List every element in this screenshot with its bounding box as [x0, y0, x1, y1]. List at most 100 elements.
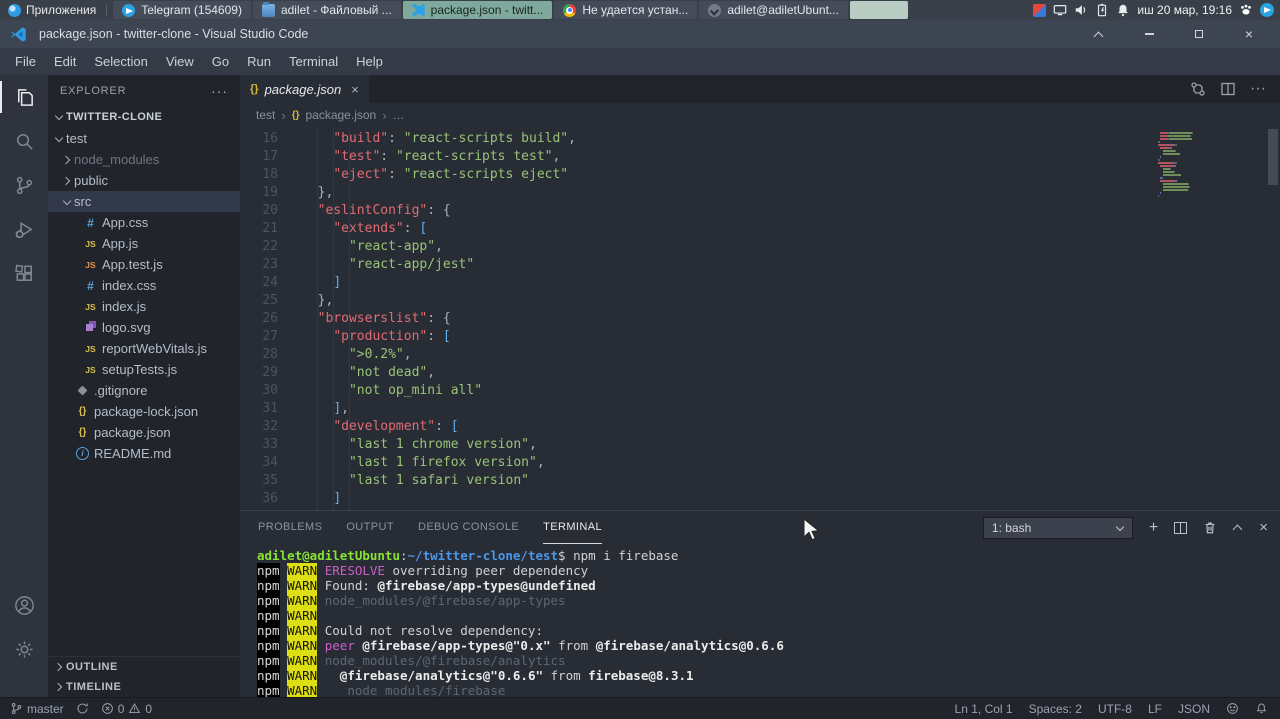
taskbar-window-telegram[interactable]: Telegram (154609)	[113, 1, 251, 19]
tree-item-readme-md[interactable]: README.md	[48, 443, 240, 464]
extensions-icon[interactable]	[0, 251, 48, 295]
tree-item-src[interactable]: src	[48, 191, 240, 212]
tree-item--gitignore[interactable]: .gitignore	[48, 380, 240, 401]
maximize-panel-icon[interactable]	[1233, 523, 1243, 533]
indentation[interactable]: Spaces: 2	[1029, 702, 1082, 716]
close-panel-icon[interactable]: ×	[1259, 520, 1268, 535]
panel-tab-output[interactable]: OUTPUT	[346, 511, 394, 544]
code-line-24[interactable]: 24 ]	[240, 274, 1280, 292]
sync-changes-button[interactable]	[76, 702, 89, 715]
close-button[interactable]: ×	[1236, 25, 1262, 43]
applications-menu[interactable]: Приложения	[0, 0, 104, 20]
shade-button[interactable]	[1086, 25, 1112, 43]
taskbar-window-file-manager[interactable]: adilet - Файловый ...	[252, 1, 401, 19]
terminal-output[interactable]: adilet@adiletUbuntu:~/twitter-clone/test…	[240, 544, 1280, 697]
panel-tab-problems[interactable]: PROBLEMS	[258, 511, 322, 544]
encoding[interactable]: UTF-8	[1098, 702, 1132, 716]
taskbar-window-blank[interactable]	[849, 1, 908, 19]
problems-indicator[interactable]: 0 0	[101, 702, 152, 716]
menu-go[interactable]: Go	[203, 50, 238, 73]
code-line-36[interactable]: 36 ]	[240, 490, 1280, 508]
code-line-28[interactable]: 28 ">0.2%",	[240, 346, 1280, 364]
tree-item-logo-svg[interactable]: logo.svg	[48, 317, 240, 338]
code-line-17[interactable]: 17 "test": "react-scripts test",	[240, 148, 1280, 166]
cursor-position[interactable]: Ln 1, Col 1	[955, 702, 1013, 716]
git-branch-indicator[interactable]: master	[10, 702, 64, 716]
code-line-30[interactable]: 30 "not op_mini all"	[240, 382, 1280, 400]
outline-section[interactable]: OUTLINE	[48, 657, 240, 677]
code-line-19[interactable]: 19 },	[240, 184, 1280, 202]
breadcrumb-file[interactable]: package.json	[305, 108, 376, 122]
timeline-section[interactable]: TIMELINE	[48, 677, 240, 697]
menu-run[interactable]: Run	[238, 50, 280, 73]
code-line-31[interactable]: 31 ],	[240, 400, 1280, 418]
panel-tab-terminal[interactable]: TERMINAL	[543, 511, 602, 544]
split-terminal-icon[interactable]	[1174, 521, 1188, 534]
source-control-icon[interactable]	[0, 163, 48, 207]
tab-package-json[interactable]: {} package.json ×	[240, 75, 369, 103]
notifications-bell-icon[interactable]	[1255, 702, 1268, 715]
code-line-21[interactable]: 21 "extends": [	[240, 220, 1280, 238]
open-changes-icon[interactable]	[1190, 81, 1206, 97]
tree-item-node-modules[interactable]: node_modules	[48, 149, 240, 170]
code-line-23[interactable]: 23 "react-app/jest"	[240, 256, 1280, 274]
workspace-root-item[interactable]: TWITTER-CLONE	[48, 106, 240, 128]
battery-icon[interactable]	[1095, 3, 1109, 17]
tree-item-app-js[interactable]: App.js	[48, 233, 240, 254]
tree-item-package-lock-json[interactable]: package-lock.json	[48, 401, 240, 422]
settings-gear-icon[interactable]	[0, 627, 48, 671]
paw-icon[interactable]	[1239, 3, 1253, 17]
notifications-icon[interactable]	[1116, 3, 1130, 17]
code-line-33[interactable]: 33 "last 1 chrome version",	[240, 436, 1280, 454]
eol-sequence[interactable]: LF	[1148, 702, 1162, 716]
menu-edit[interactable]: Edit	[45, 50, 85, 73]
code-line-29[interactable]: 29 "not dead",	[240, 364, 1280, 382]
telegram-tray-icon[interactable]	[1260, 3, 1274, 17]
clock[interactable]: иш 20 мар, 19:16	[1137, 3, 1232, 17]
terminal-shell-select[interactable]: 1: bash	[982, 516, 1133, 539]
tree-item-app-css[interactable]: App.css	[48, 212, 240, 233]
menu-help[interactable]: Help	[347, 50, 392, 73]
kill-terminal-icon[interactable]	[1203, 520, 1217, 535]
tab-close-icon[interactable]: ×	[351, 82, 359, 97]
menu-selection[interactable]: Selection	[85, 50, 156, 73]
tree-item-index-js[interactable]: index.js	[48, 296, 240, 317]
code-line-32[interactable]: 32 "development": [	[240, 418, 1280, 436]
more-actions-icon[interactable]: ···	[1250, 80, 1266, 98]
account-icon[interactable]	[0, 583, 48, 627]
code-line-34[interactable]: 34 "last 1 firefox version",	[240, 454, 1280, 472]
minimap[interactable]	[1156, 132, 1264, 198]
tree-item-reportwebvitals-js[interactable]: reportWebVitals.js	[48, 338, 240, 359]
vscode-titlebar[interactable]: package.json - twitter-clone - Visual St…	[0, 20, 1280, 48]
tree-item-setuptests-js[interactable]: setupTests.js	[48, 359, 240, 380]
run-debug-icon[interactable]	[0, 207, 48, 251]
tree-item-app-test-js[interactable]: App.test.js	[48, 254, 240, 275]
code-line-26[interactable]: 26 "browserslist": {	[240, 310, 1280, 328]
explorer-icon[interactable]	[0, 75, 48, 119]
download-manager-icon[interactable]	[1033, 3, 1047, 17]
language-mode[interactable]: JSON	[1178, 702, 1210, 716]
panel-tab-debug-console[interactable]: DEBUG CONSOLE	[418, 511, 519, 544]
taskbar-window-chrome[interactable]: Не удается устан...	[554, 1, 698, 19]
code-line-27[interactable]: 27 "production": [	[240, 328, 1280, 346]
taskbar-window-vscode[interactable]: package.json - twitt...	[402, 1, 553, 19]
code-line-16[interactable]: 16 "build": "react-scripts build",	[240, 130, 1280, 148]
taskbar-window-terminal[interactable]: adilet@adiletUbunt...	[699, 1, 848, 19]
explorer-more-actions-icon[interactable]: ···	[211, 83, 228, 99]
feedback-smiley-icon[interactable]	[1226, 702, 1239, 715]
tree-item-package-json[interactable]: package.json	[48, 422, 240, 443]
volume-icon[interactable]	[1074, 3, 1088, 17]
tree-item-index-css[interactable]: index.css	[48, 275, 240, 296]
menu-view[interactable]: View	[157, 50, 203, 73]
search-icon[interactable]	[0, 119, 48, 163]
display-icon[interactable]	[1053, 3, 1067, 17]
code-line-25[interactable]: 25 },	[240, 292, 1280, 310]
minimize-button[interactable]	[1136, 25, 1162, 43]
maximize-button[interactable]	[1186, 25, 1212, 43]
code-editor[interactable]: 16 "build": "react-scripts build", 17 "te…	[240, 127, 1280, 510]
breadcrumb-folder[interactable]: test	[256, 108, 275, 122]
code-line-22[interactable]: 22 "react-app",	[240, 238, 1280, 256]
split-editor-icon[interactable]	[1220, 81, 1236, 97]
editor-scrollbar-thumb[interactable]	[1268, 129, 1278, 185]
tree-item-public[interactable]: public	[48, 170, 240, 191]
